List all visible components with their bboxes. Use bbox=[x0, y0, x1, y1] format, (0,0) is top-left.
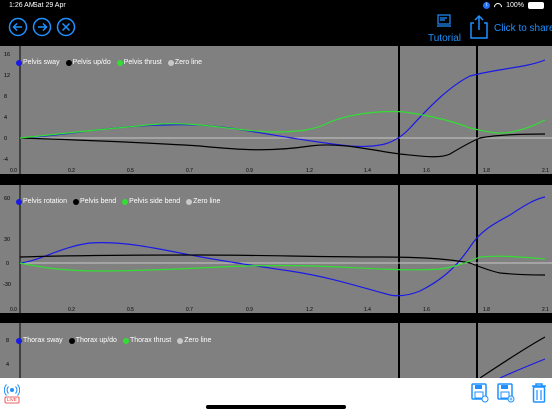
x-tick-label: 0.2 bbox=[68, 307, 75, 313]
status-right: ᛒ 100% bbox=[483, 2, 544, 9]
share-icon bbox=[470, 14, 488, 39]
share-button[interactable]: Click to share bbox=[468, 14, 552, 42]
y-tick-label: 0 bbox=[4, 136, 7, 142]
x-tick-label: 0.5 bbox=[127, 168, 134, 174]
x-tick-label: 0.9 bbox=[246, 168, 253, 174]
x-tick-label: 1.2 bbox=[306, 307, 313, 313]
legend: Pelvis sway Pelvis up/do Pelvis thrust Z… bbox=[16, 59, 205, 66]
x-tick-labels: 0.0 0.2 0.5 0.7 0.9 1.2 1.4 1.6 1.8 2.1 bbox=[10, 307, 549, 313]
circle-x-icon bbox=[56, 17, 76, 37]
chart-panel-pelvis-rotation: 60 30 0 -30 0.0 0.2 0.5 0.7 0.9 1.2 1.4 … bbox=[0, 185, 552, 313]
x-tick-label: 0.0 bbox=[10, 307, 17, 313]
legend-dot bbox=[16, 198, 22, 205]
legend-item-pelvis-thrust[interactable]: Pelvis thrust bbox=[116, 59, 162, 66]
thorax-chart: 8 4 bbox=[6, 323, 546, 378]
x-tick-label: 1.4 bbox=[364, 168, 371, 174]
x-tick-label: 0.9 bbox=[246, 307, 253, 313]
legend-item-thorax-updo[interactable]: Thorax up/do bbox=[68, 337, 117, 344]
status-bar: 1:26 AM Sat 29 Apr ᛒ 100% bbox=[0, 0, 552, 12]
toolbar: Tutorial Click to share bbox=[0, 12, 552, 44]
live-label: LIVE bbox=[7, 397, 17, 402]
chart-panel-pelvis-position: 16 12 8 4 0 -4 0.0 0.2 0.5 0.7 0.9 1.2 1… bbox=[0, 46, 552, 174]
x-tick-label: 1.6 bbox=[423, 168, 430, 174]
legend-dot bbox=[16, 59, 22, 66]
legend-dot bbox=[122, 198, 129, 205]
y-tick-label: -4 bbox=[3, 157, 8, 163]
y-tick-labels: 16 12 8 4 0 -4 bbox=[3, 52, 10, 163]
y-tick-label: 0 bbox=[6, 261, 9, 267]
legend-item-pelvis-updo[interactable]: Pelvis up/do bbox=[65, 59, 111, 66]
legend-dot bbox=[65, 59, 72, 66]
live-button[interactable]: LIVE bbox=[3, 382, 21, 404]
legend-dot bbox=[68, 337, 75, 344]
circle-right-arrow-icon bbox=[32, 17, 52, 37]
x-tick-label: 1.8 bbox=[483, 307, 490, 313]
back-button[interactable] bbox=[8, 17, 28, 37]
delete-button[interactable] bbox=[530, 382, 548, 404]
home-indicator bbox=[206, 405, 346, 409]
y-tick-label: 8 bbox=[6, 338, 9, 344]
legend-dot bbox=[16, 337, 22, 344]
legend-item-zero-line[interactable]: Zero line bbox=[167, 59, 202, 66]
x-tick-label: 2.1 bbox=[542, 307, 549, 313]
share-label: Click to share bbox=[494, 23, 552, 34]
tutorial-label: Tutorial bbox=[428, 33, 461, 44]
y-tick-label: 60 bbox=[4, 196, 10, 202]
x-tick-label: 0.7 bbox=[186, 307, 193, 313]
save-button[interactable] bbox=[470, 382, 490, 404]
close-button[interactable] bbox=[56, 17, 76, 37]
legend-dot bbox=[122, 337, 129, 344]
legend: Pelvis rotation Pelvis bend Pelvis side … bbox=[16, 198, 223, 205]
x-tick-label: 0.7 bbox=[186, 168, 193, 174]
y-tick-label: 8 bbox=[4, 94, 7, 100]
wifi-icon bbox=[494, 3, 502, 9]
legend-item-pelvis-rotation[interactable]: Pelvis rotation bbox=[16, 198, 67, 205]
legend: Thorax sway Thorax up/do Thorax thrust Z… bbox=[16, 337, 214, 344]
y-tick-label: 12 bbox=[4, 73, 10, 79]
status-date: Sat 29 Apr bbox=[33, 2, 66, 9]
save-disk-plus-icon bbox=[497, 383, 515, 403]
x-tick-label: 2.1 bbox=[542, 168, 549, 174]
y-tick-label: 4 bbox=[6, 362, 9, 368]
x-tick-label: 0.5 bbox=[127, 307, 134, 313]
battery-percent: 100% bbox=[506, 2, 524, 9]
legend-item-thorax-thrust[interactable]: Thorax thrust bbox=[122, 337, 171, 344]
legend-dot bbox=[72, 198, 79, 205]
y-tick-labels: 8 4 bbox=[6, 338, 9, 368]
legend-item-thorax-sway[interactable]: Thorax sway bbox=[16, 337, 63, 344]
x-tick-label: 1.8 bbox=[483, 168, 490, 174]
y-tick-label: 16 bbox=[4, 52, 10, 58]
battery-icon bbox=[528, 2, 544, 9]
legend-item-pelvis-bend[interactable]: Pelvis bend bbox=[72, 198, 116, 205]
legend-item-zero-line[interactable]: Zero line bbox=[186, 198, 220, 205]
circle-left-arrow-icon bbox=[8, 17, 28, 37]
tutorial-button[interactable]: Tutorial bbox=[428, 14, 461, 44]
legend-item-pelvis-sway[interactable]: Pelvis sway bbox=[16, 59, 60, 66]
legend-item-pelvis-side-bend[interactable]: Pelvis side bend bbox=[122, 198, 180, 205]
legend-dot bbox=[116, 59, 123, 66]
save-as-button[interactable] bbox=[496, 382, 516, 404]
x-tick-label: 0.0 bbox=[10, 168, 17, 174]
save-disk-icon bbox=[471, 383, 489, 403]
x-tick-label: 0.2 bbox=[68, 168, 75, 174]
status-time: 1:26 AM bbox=[9, 2, 35, 9]
chart-panel-thorax: 8 4 Thorax sway Thorax up/do Thorax thru… bbox=[0, 323, 552, 378]
forward-button[interactable] bbox=[32, 17, 52, 37]
x-tick-label: 1.4 bbox=[364, 307, 371, 313]
y-tick-label: 4 bbox=[4, 115, 7, 121]
x-tick-labels: 0.0 0.2 0.5 0.7 0.9 1.2 1.4 1.6 1.8 2.1 bbox=[10, 168, 549, 174]
x-tick-label: 1.2 bbox=[306, 168, 313, 174]
legend-dot bbox=[167, 59, 174, 66]
bluetooth-icon: ᛒ bbox=[483, 2, 491, 9]
legend-item-zero-line[interactable]: Zero line bbox=[177, 337, 211, 344]
y-tick-label: -30 bbox=[3, 282, 11, 288]
tutorial-board-icon bbox=[437, 14, 451, 27]
legend-dot bbox=[177, 337, 184, 344]
trash-icon bbox=[532, 383, 546, 403]
x-tick-label: 1.6 bbox=[423, 307, 430, 313]
legend-dot bbox=[186, 198, 193, 205]
y-tick-labels: 60 30 0 -30 bbox=[3, 196, 11, 288]
y-tick-label: 30 bbox=[4, 237, 10, 243]
